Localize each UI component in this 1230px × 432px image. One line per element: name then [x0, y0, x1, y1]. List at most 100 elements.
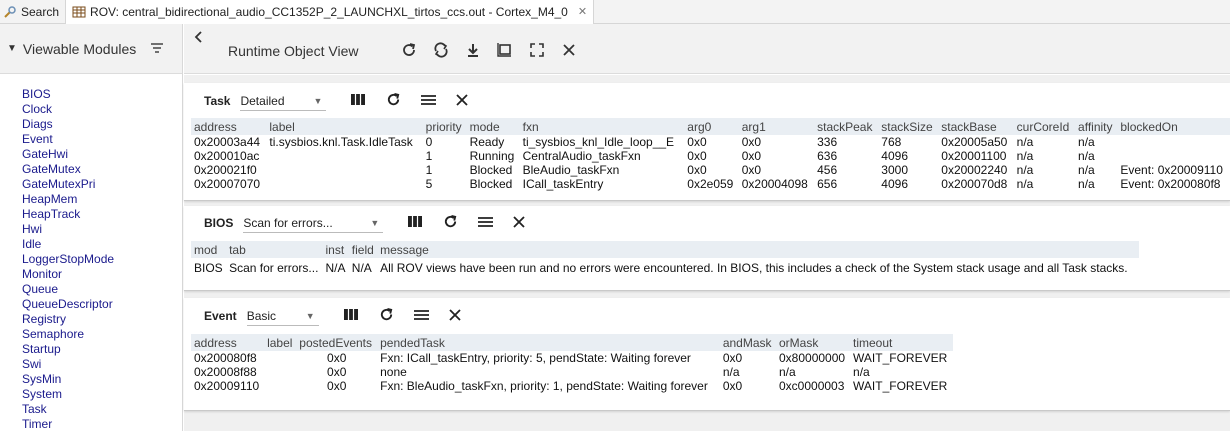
table-row[interactable]: 0x20009110 0x0 Fxn: BleAudio_taskFxn, pr… [191, 379, 953, 393]
column-header[interactable]: stackBase [938, 118, 1014, 135]
table-cell: 0x0 [687, 135, 707, 149]
table-cell: 0 [425, 135, 433, 149]
column-header[interactable]: inst [322, 241, 349, 258]
filter-icon[interactable] [150, 41, 164, 57]
column-header[interactable]: address [191, 334, 265, 351]
table-row[interactable]: 0x20007070 5 Blocked ICall_taskEntry 0x2… [191, 177, 1230, 191]
table-cell: n/a [1016, 163, 1034, 177]
menu-icon[interactable] [413, 309, 429, 324]
module-item[interactable]: Idle [22, 237, 182, 252]
table-row[interactable]: 0x200021f0 1 Blocked BleAudio_taskFxn 0x… [191, 163, 1230, 177]
module-item[interactable]: Semaphore [22, 327, 182, 342]
table-cell: 5 [425, 177, 433, 191]
column-header[interactable]: mod [191, 241, 227, 258]
table-row[interactable]: 0x20008f88 0x0 none n/a n/a n/a [191, 365, 953, 379]
column-header[interactable]: stackSize [878, 118, 939, 135]
refresh-icon[interactable] [379, 307, 394, 325]
column-header[interactable]: blockedOn [1117, 118, 1230, 135]
column-header[interactable]: curCoreId [1013, 118, 1076, 135]
collapse-triangle-icon[interactable]: ▼ [7, 43, 17, 54]
column-header[interactable]: andMask [719, 334, 776, 351]
module-item[interactable]: Swi [22, 357, 182, 372]
column-header[interactable]: arg1 [738, 118, 815, 135]
table-row[interactable]: 0x200080f8 0x0 Fxn: ICall_taskEntry, pri… [191, 351, 953, 365]
table-cell: CentralAudio_taskFxn [522, 149, 641, 163]
column-header[interactable]: message [377, 241, 1139, 258]
column-header[interactable]: affinity [1075, 118, 1118, 135]
module-item[interactable]: QueueDescriptor [22, 297, 182, 312]
refresh-icon[interactable] [400, 41, 418, 59]
module-item[interactable]: Timer [22, 417, 182, 432]
close-icon[interactable] [456, 93, 469, 109]
columns-icon[interactable] [407, 215, 423, 231]
module-item[interactable]: Queue [22, 282, 182, 297]
download-icon[interactable] [464, 41, 482, 59]
refresh-icon[interactable] [443, 214, 458, 232]
event-table: address label postedEvents pendedTask an… [191, 334, 953, 393]
close-icon[interactable] [560, 41, 578, 59]
maximize-icon[interactable] [528, 41, 546, 59]
column-header[interactable]: tab [226, 241, 323, 258]
column-header[interactable]: stackPeak [814, 118, 879, 135]
table-row[interactable]: 0x20003a44 ti.sysbios.knl.Task.IdleTask … [191, 135, 1230, 149]
module-item[interactable]: HeapTrack [22, 207, 182, 222]
chevron-down-icon: ▼ [305, 310, 315, 321]
columns-icon[interactable] [343, 308, 359, 324]
module-item[interactable]: Task [22, 402, 182, 417]
module-item[interactable]: SysMin [22, 372, 182, 387]
module-item[interactable]: Hwi [22, 222, 182, 237]
column-header[interactable]: priority [422, 118, 467, 135]
close-icon[interactable] [513, 215, 525, 231]
module-item[interactable]: LoggerStopMode [22, 252, 182, 267]
back-chevron-icon[interactable] [194, 30, 204, 46]
column-header[interactable]: pendedTask [377, 334, 720, 351]
module-item[interactable]: GateHwi [22, 147, 182, 162]
module-item[interactable]: HeapMem [22, 192, 182, 207]
column-header[interactable]: field [348, 241, 378, 258]
task-view-value: Detailed [240, 93, 285, 108]
column-header[interactable]: arg0 [684, 118, 739, 135]
column-header[interactable]: postedEvents [296, 334, 378, 351]
module-item[interactable]: Clock [22, 102, 182, 117]
bios-view-select[interactable]: Scan for errors... ▼ [243, 213, 384, 233]
module-item[interactable]: GateMutex [22, 162, 182, 177]
tab-rov[interactable]: ROV: central_bidirectional_audio_CC1352P… [65, 0, 595, 24]
column-header[interactable]: orMask [776, 334, 851, 351]
refresh-icon[interactable] [386, 92, 401, 110]
close-tab-icon[interactable]: ✕ [578, 5, 587, 18]
table-row[interactable]: 0x200010ac 1 Running CentralAudio_taskFx… [191, 149, 1230, 163]
columns-icon[interactable] [350, 93, 366, 109]
module-item[interactable]: BIOS [22, 87, 182, 102]
table-cell [264, 379, 296, 393]
module-item[interactable]: System [22, 387, 182, 402]
menu-icon[interactable] [421, 94, 437, 109]
menu-icon[interactable] [478, 216, 494, 231]
module-item[interactable]: Registry [22, 312, 182, 327]
close-icon[interactable] [449, 308, 461, 324]
table-cell: Blocked [469, 163, 513, 177]
column-header[interactable]: fxn [519, 118, 685, 135]
column-header[interactable]: mode [466, 118, 520, 135]
snapshot-icon[interactable] [496, 41, 514, 59]
table-cell [266, 177, 422, 191]
column-header[interactable]: timeout [850, 334, 953, 351]
event-view-select[interactable]: Basic ▼ [246, 306, 319, 326]
column-header[interactable]: label [264, 334, 297, 351]
module-item[interactable]: Startup [22, 342, 182, 357]
table-cell: n/a [1016, 135, 1034, 149]
module-item[interactable]: Event [22, 132, 182, 147]
table-cell: 0x0 [741, 163, 762, 177]
table-cell: WAIT_FOREVER [853, 351, 948, 365]
module-item[interactable]: Monitor [22, 267, 182, 282]
tab-search[interactable]: Search [0, 0, 65, 24]
column-header[interactable]: label [266, 118, 423, 135]
module-item[interactable]: GateMutexPri [22, 177, 182, 192]
task-view-select[interactable]: Detailed ▼ [240, 91, 327, 111]
module-item[interactable]: Diags [22, 117, 182, 132]
column-header[interactable]: address [191, 118, 267, 135]
table-row[interactable]: BIOS Scan for errors... N/A N/A All ROV … [191, 258, 1139, 278]
table-cell: BIOS [194, 261, 223, 275]
table-cell: 456 [817, 163, 838, 177]
continuous-refresh-icon[interactable] [432, 41, 450, 59]
table-cell: 3000 [881, 163, 908, 177]
